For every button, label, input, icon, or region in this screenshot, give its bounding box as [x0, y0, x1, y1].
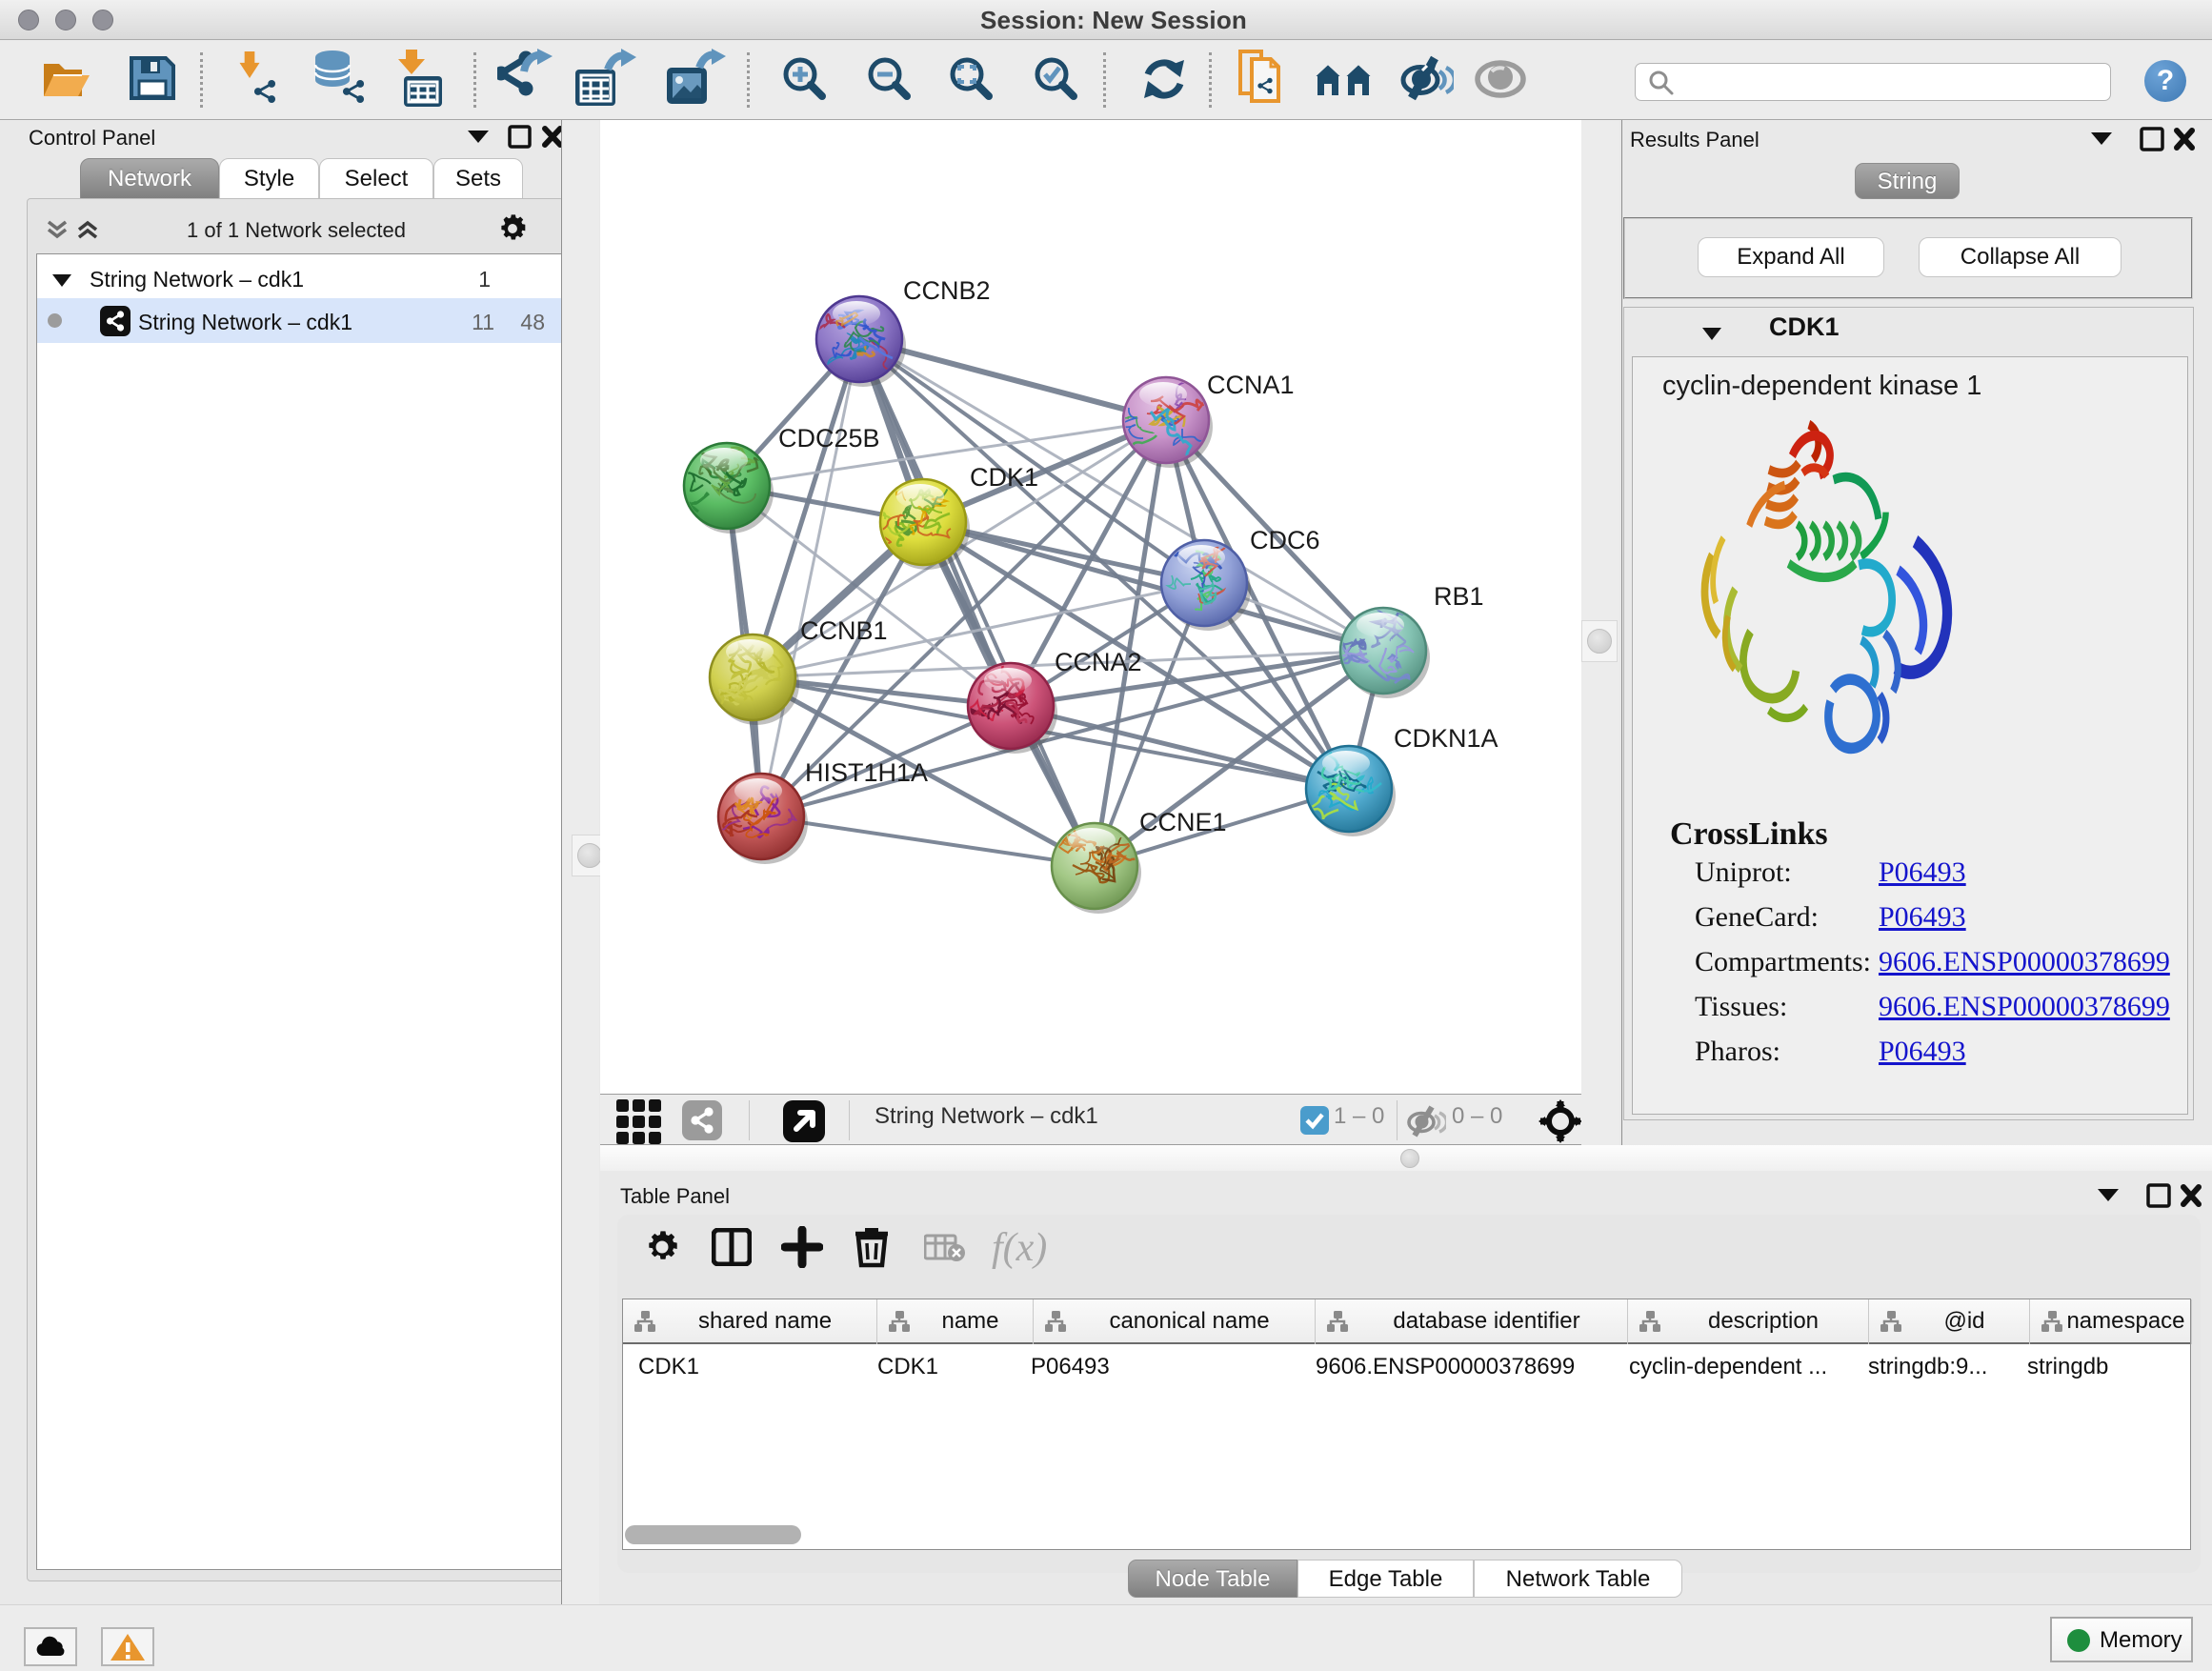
svg-text:RB1: RB1 [1434, 582, 1484, 611]
svg-text:CDC6: CDC6 [1250, 526, 1320, 554]
svg-text:CCNB1: CCNB1 [800, 616, 888, 645]
svg-text:f(x): f(x) [992, 1226, 1047, 1270]
svg-text:CCNB2: CCNB2 [903, 276, 991, 305]
svg-text:CDC25B: CDC25B [778, 424, 880, 453]
svg-text:CCNE1: CCNE1 [1139, 808, 1227, 836]
svg-text:HIST1H1A: HIST1H1A [805, 758, 928, 787]
svg-text:CCNA2: CCNA2 [1055, 648, 1142, 676]
svg-text:CDK1: CDK1 [970, 463, 1038, 492]
svg-text:CDKN1A: CDKN1A [1394, 724, 1498, 753]
svg-text:CCNA1: CCNA1 [1207, 371, 1295, 399]
